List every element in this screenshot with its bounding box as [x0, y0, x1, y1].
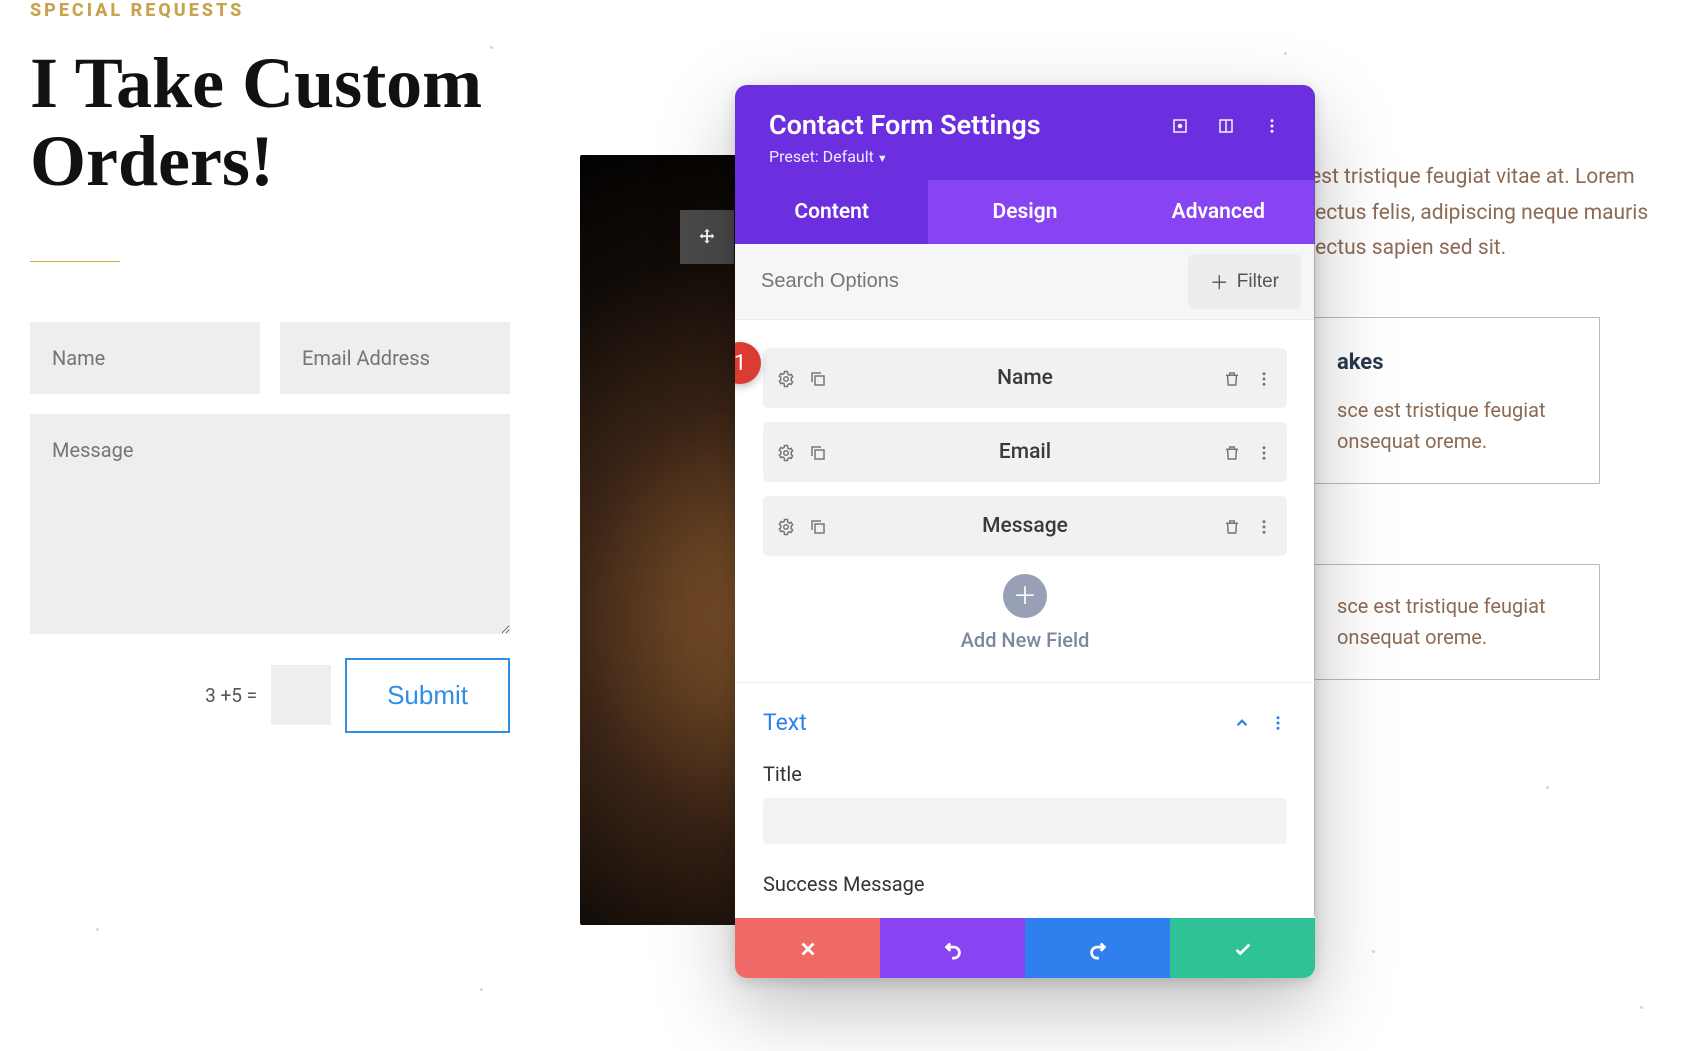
- field-row-message[interactable]: Message: [763, 496, 1287, 556]
- duplicate-icon[interactable]: [809, 368, 827, 389]
- contact-form: 3 +5 = Submit: [30, 322, 510, 733]
- kebab-icon[interactable]: [1263, 115, 1281, 136]
- modal-footer: [735, 918, 1315, 978]
- title-label: Title: [763, 762, 1287, 786]
- card-body: sce est tristique feugiat onsequat oreme…: [1337, 591, 1599, 653]
- redo-icon: [1087, 936, 1109, 961]
- divider: [30, 261, 120, 262]
- expand-icon[interactable]: [1171, 115, 1189, 136]
- tab-content[interactable]: Content: [735, 180, 928, 244]
- section-title-text[interactable]: Text: [763, 709, 807, 736]
- columns-icon[interactable]: [1217, 115, 1235, 136]
- move-handle[interactable]: [680, 210, 734, 264]
- save-button[interactable]: [1170, 918, 1315, 978]
- name-input[interactable]: [30, 322, 260, 394]
- card-body: sce est tristique feugiat onsequat oreme…: [1337, 395, 1599, 457]
- info-card: sce est tristique feugiat onsequat oreme…: [1310, 564, 1600, 680]
- captcha-label: 3 +5 =: [205, 684, 257, 707]
- field-row-name[interactable]: Name: [763, 348, 1287, 408]
- redo-button[interactable]: [1025, 918, 1170, 978]
- card-title: akes: [1337, 344, 1599, 381]
- modal-header: Contact Form Settings Preset: Default▼: [735, 85, 1315, 180]
- tab-advanced[interactable]: Advanced: [1122, 180, 1315, 244]
- filter-label: Filter: [1237, 271, 1279, 293]
- move-icon: [696, 225, 718, 250]
- search-input[interactable]: [735, 248, 1174, 315]
- add-field-label: Add New Field: [763, 628, 1287, 652]
- trash-icon[interactable]: [1223, 368, 1241, 389]
- success-message-label: Success Message: [763, 872, 1287, 896]
- modal-title: Contact Form Settings: [769, 109, 1041, 141]
- caret-down-icon: ▼: [877, 152, 888, 165]
- kebab-icon[interactable]: [1255, 442, 1273, 463]
- intro-paragraph: est tristique feugiat vitae at. Lorem le…: [1310, 160, 1650, 267]
- chevron-up-icon[interactable]: [1233, 712, 1251, 733]
- filter-button[interactable]: ＋ Filter: [1188, 254, 1301, 309]
- field-label: Email: [827, 440, 1223, 464]
- gear-icon[interactable]: [777, 516, 795, 537]
- kebab-icon[interactable]: [1269, 712, 1287, 733]
- field-row-email[interactable]: Email: [763, 422, 1287, 482]
- info-card: akes sce est tristique feugiat onsequat …: [1310, 317, 1600, 484]
- divider: [735, 682, 1315, 683]
- field-label: Message: [827, 514, 1223, 538]
- preset-selector[interactable]: Preset: Default▼: [769, 147, 1281, 166]
- eyebrow: SPECIAL REQUESTS: [30, 0, 510, 21]
- message-input[interactable]: [30, 414, 510, 634]
- page-heading: I Take Custom Orders!: [30, 45, 510, 201]
- gear-icon[interactable]: [777, 368, 795, 389]
- tab-design[interactable]: Design: [928, 180, 1121, 244]
- settings-modal: Contact Form Settings Preset: Default▼ C…: [735, 85, 1315, 978]
- duplicate-icon[interactable]: [809, 442, 827, 463]
- duplicate-icon[interactable]: [809, 516, 827, 537]
- preset-label: Preset: Default: [769, 147, 874, 166]
- tabs: Content Design Advanced: [735, 180, 1315, 244]
- trash-icon[interactable]: [1223, 442, 1241, 463]
- step-badge: 1: [735, 342, 761, 384]
- kebab-icon[interactable]: [1255, 368, 1273, 389]
- gear-icon[interactable]: [777, 442, 795, 463]
- submit-button[interactable]: Submit: [345, 658, 510, 733]
- check-icon: [1232, 936, 1254, 961]
- close-icon: [797, 936, 819, 961]
- plus-icon: ＋: [1210, 268, 1229, 295]
- undo-icon: [942, 936, 964, 961]
- captcha-input[interactable]: [271, 665, 331, 725]
- cancel-button[interactable]: [735, 918, 880, 978]
- kebab-icon[interactable]: [1255, 516, 1273, 537]
- plus-icon: ＋: [1013, 582, 1037, 610]
- undo-button[interactable]: [880, 918, 1025, 978]
- add-field-button[interactable]: ＋: [1003, 574, 1047, 618]
- field-label: Name: [827, 366, 1223, 390]
- title-input[interactable]: [763, 798, 1287, 844]
- email-input[interactable]: [280, 322, 510, 394]
- trash-icon[interactable]: [1223, 516, 1241, 537]
